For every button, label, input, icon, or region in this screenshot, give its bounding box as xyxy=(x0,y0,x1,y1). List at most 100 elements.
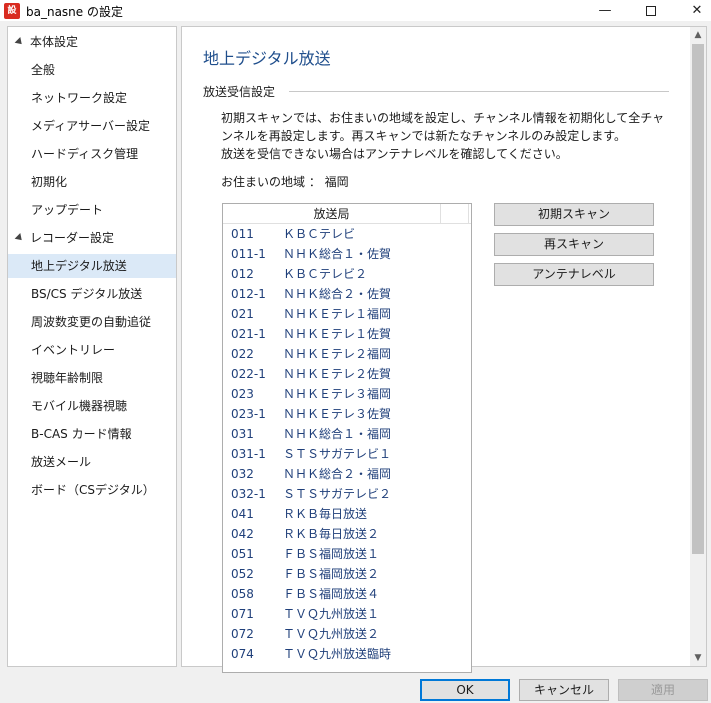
close-button[interactable]: ✕ xyxy=(674,0,711,22)
station-row[interactable]: 011-1 ＮＨＫ総合１・佐賀 xyxy=(223,244,471,264)
channel-number: 074 xyxy=(231,647,254,661)
station-name: ＮＨＫＥテレ２福岡 xyxy=(283,347,392,361)
station-row[interactable]: 022 ＮＨＫＥテレ２福岡 xyxy=(223,344,471,364)
description-line: 初期スキャンでは、お住まいの地域を設定し、チャンネル情報を初期化して全チャ xyxy=(221,111,665,125)
station-row[interactable]: 074 ＴＶＱ九州放送臨時 xyxy=(223,644,471,664)
station-name: ＴＶＱ九州放送１ xyxy=(283,607,380,621)
description-text: 初期スキャンでは、お住まいの地域を設定し、チャンネル情報を初期化して全チャ ンネ… xyxy=(221,109,671,163)
tree-group-label: 本体設定 xyxy=(30,35,79,49)
station-row[interactable]: 021 ＮＨＫＥテレ１福岡 xyxy=(223,304,471,324)
station-row[interactable]: 012 ＫＢＣテレビ２ xyxy=(223,264,471,284)
station-name: ＲＫＢ毎日放送２ xyxy=(283,527,380,541)
station-name: ＮＨＫ総合１・佐賀 xyxy=(283,247,392,261)
station-row[interactable]: 021-1 ＮＨＫＥテレ１佐賀 xyxy=(223,324,471,344)
channel-number: 011 xyxy=(231,227,254,241)
channel-number: 032 xyxy=(231,467,254,481)
column-header-station[interactable]: 放送局 xyxy=(223,204,441,224)
scroll-thumb[interactable] xyxy=(692,44,704,554)
channel-number: 022 xyxy=(231,347,254,361)
station-name: ＮＨＫＥテレ２佐賀 xyxy=(283,367,392,381)
channel-number: 021-1 xyxy=(231,327,266,341)
sidebar-item-network[interactable]: ネットワーク設定 xyxy=(8,86,176,110)
station-name: ＫＢＣテレビ２ xyxy=(283,267,368,281)
station-name: ＴＶＱ九州放送臨時 xyxy=(283,647,392,661)
antenna-level-button[interactable]: アンテナレベル xyxy=(494,263,654,286)
station-name: ＲＫＢ毎日放送 xyxy=(283,507,368,521)
rescan-button[interactable]: 再スキャン xyxy=(494,233,654,256)
description-line: 放送を受信できない場合はアンテナレベルを確認してください。 xyxy=(221,147,568,161)
scroll-down-icon[interactable]: ▼ xyxy=(690,650,706,666)
sidebar-item-mobile-viewing[interactable]: モバイル機器視聴 xyxy=(8,394,176,418)
channel-number: 041 xyxy=(231,507,254,521)
page-title: 地上デジタル放送 xyxy=(203,49,331,68)
sidebar-item-terrestrial[interactable]: 地上デジタル放送 xyxy=(8,254,176,278)
sidebar-item-age-limit[interactable]: 視聴年齢制限 xyxy=(8,366,176,390)
ok-button[interactable]: OK xyxy=(420,679,510,701)
channel-number: 021 xyxy=(231,307,254,321)
sidebar-item-broadcast-mail[interactable]: 放送メール xyxy=(8,450,176,474)
tree-group-label: レコーダー設定 xyxy=(30,231,115,245)
station-name: ＫＢＣテレビ xyxy=(283,227,356,241)
sidebar-item-general[interactable]: 全般 xyxy=(8,58,176,82)
expand-arrow-icon[interactable] xyxy=(14,233,25,243)
channel-number: 031 xyxy=(231,427,254,441)
station-row[interactable]: 031-1 ＳＴＳサガテレビ１ xyxy=(223,444,471,464)
sidebar-item-hdd[interactable]: ハードディスク管理 xyxy=(8,142,176,166)
sidebar-item-board[interactable]: ボード（CSデジタル） xyxy=(8,478,176,502)
tree-group-recorder[interactable]: レコーダー設定 xyxy=(8,226,176,250)
window-title: ba_nasne の設定 xyxy=(26,5,123,19)
scroll-up-icon[interactable]: ▲ xyxy=(690,27,706,43)
apply-button[interactable]: 適用 xyxy=(618,679,708,701)
station-name: ＴＶＱ九州放送２ xyxy=(283,627,380,641)
station-row[interactable]: 072 ＴＶＱ九州放送２ xyxy=(223,624,471,644)
channel-number: 071 xyxy=(231,607,254,621)
sidebar-item-bcas-info[interactable]: B-CAS カード情報 xyxy=(8,422,176,446)
channel-number: 051 xyxy=(231,547,254,561)
station-row[interactable]: 051 ＦＢＳ福岡放送１ xyxy=(223,544,471,564)
channel-number: 022-1 xyxy=(231,367,266,381)
maximize-icon xyxy=(646,5,656,16)
maximize-button[interactable] xyxy=(628,0,674,22)
station-row[interactable]: 023 ＮＨＫＥテレ３福岡 xyxy=(223,384,471,404)
station-row[interactable]: 012-1 ＮＨＫ総合２・佐賀 xyxy=(223,284,471,304)
station-name: ＦＢＳ福岡放送４ xyxy=(283,587,380,601)
station-row[interactable]: 052 ＦＢＳ福岡放送２ xyxy=(223,564,471,584)
initial-scan-button[interactable]: 初期スキャン xyxy=(494,203,654,226)
sidebar-item-bscs[interactable]: BS/CS デジタル放送 xyxy=(8,282,176,306)
station-row[interactable]: 071 ＴＶＱ九州放送１ xyxy=(223,604,471,624)
expand-arrow-icon[interactable] xyxy=(14,37,25,47)
station-row[interactable]: 031 ＮＨＫ総合１・福岡 xyxy=(223,424,471,444)
station-name: ＮＨＫＥテレ３福岡 xyxy=(283,387,392,401)
station-name: ＦＢＳ福岡放送２ xyxy=(283,567,380,581)
list-header: 放送局 xyxy=(223,204,471,224)
station-row[interactable]: 042 ＲＫＢ毎日放送２ xyxy=(223,524,471,544)
channel-number: 042 xyxy=(231,527,254,541)
station-name: ＮＨＫ総合２・福岡 xyxy=(283,467,392,481)
sidebar-item-frequency-follow[interactable]: 周波数変更の自動追従 xyxy=(8,310,176,334)
settings-panel: 地上デジタル放送 放送受信設定 初期スキャンでは、お住まいの地域を設定し、チャン… xyxy=(181,26,707,673)
station-row[interactable]: 041 ＲＫＢ毎日放送 xyxy=(223,504,471,524)
station-row[interactable]: 022-1 ＮＨＫＥテレ２佐賀 xyxy=(223,364,471,384)
channel-number: 012 xyxy=(231,267,254,281)
station-name: ＮＨＫＥテレ３佐賀 xyxy=(283,407,392,421)
station-row[interactable]: 023-1 ＮＨＫＥテレ３佐賀 xyxy=(223,404,471,424)
column-header-empty xyxy=(441,204,469,224)
station-row[interactable]: 058 ＦＢＳ福岡放送４ xyxy=(223,584,471,604)
cancel-button[interactable]: キャンセル xyxy=(519,679,609,701)
station-row[interactable]: 032-1 ＳＴＳサガテレビ２ xyxy=(223,484,471,504)
sidebar-item-event-relay[interactable]: イベントリレー xyxy=(8,338,176,362)
station-name: ＳＴＳサガテレビ１ xyxy=(283,447,392,461)
station-row[interactable]: 011 ＫＢＣテレビ xyxy=(223,224,471,244)
station-list[interactable]: 放送局 011 ＫＢＣテレビ 011-1 ＮＨＫ総合１・佐賀 012 ＫＢＣテレビ２ 012… xyxy=(222,203,472,673)
channel-number: 052 xyxy=(231,567,254,581)
sidebar-item-initialize[interactable]: 初期化 xyxy=(8,170,176,194)
vertical-scrollbar[interactable]: ▲ ▼ xyxy=(690,27,706,666)
channel-number: 023-1 xyxy=(231,407,266,421)
sidebar-item-update[interactable]: アップデート xyxy=(8,198,176,222)
station-name: ＮＨＫＥテレ１佐賀 xyxy=(283,327,392,341)
minimize-button[interactable]: — xyxy=(582,0,628,22)
channel-number: 012-1 xyxy=(231,287,266,301)
tree-group-main[interactable]: 本体設定 xyxy=(8,30,176,54)
sidebar-item-media-server[interactable]: メディアサーバー設定 xyxy=(8,114,176,138)
station-row[interactable]: 032 ＮＨＫ総合２・福岡 xyxy=(223,464,471,484)
